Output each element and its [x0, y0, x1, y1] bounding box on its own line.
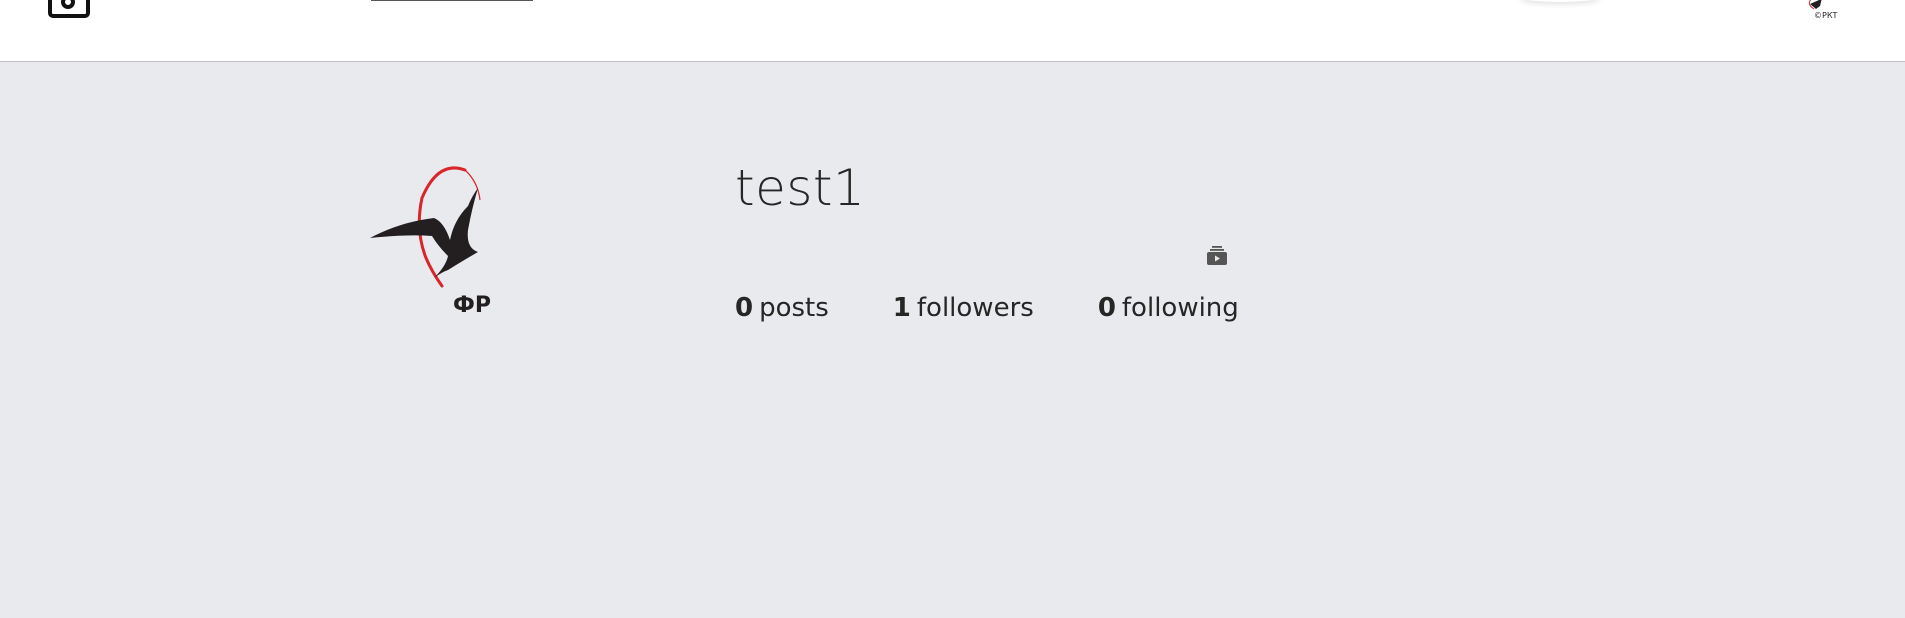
following-count: 0 — [1097, 293, 1116, 323]
account-avatar-caption: ©РКТ — [1814, 11, 1838, 20]
followers-count: 1 — [892, 293, 911, 323]
home-camera-icon[interactable] — [48, 0, 90, 18]
igtv-tv-icon[interactable] — [1206, 245, 1228, 267]
header-popover-shadow — [1520, 0, 1600, 2]
profile-stats: 0 posts 1 followers 0 following — [735, 293, 1239, 323]
profile-avatar[interactable]: ФР — [360, 160, 510, 320]
profile-username: test1 — [735, 159, 866, 217]
posts-stat[interactable]: 0 posts — [735, 293, 829, 323]
account-avatar-button[interactable]: ©РКТ — [1802, 0, 1842, 22]
search-underline — [371, 0, 533, 1]
posts-count: 0 — [735, 293, 754, 323]
followers-label: followers — [916, 293, 1034, 323]
top-navigation-bar: ©РКТ — [0, 0, 1905, 62]
following-stat[interactable]: 0 following — [1098, 293, 1239, 323]
avatar-logo-text: ФР — [453, 293, 491, 318]
posts-label: posts — [759, 293, 829, 323]
followers-stat[interactable]: 1 followers — [893, 293, 1034, 323]
following-label: following — [1121, 293, 1239, 323]
